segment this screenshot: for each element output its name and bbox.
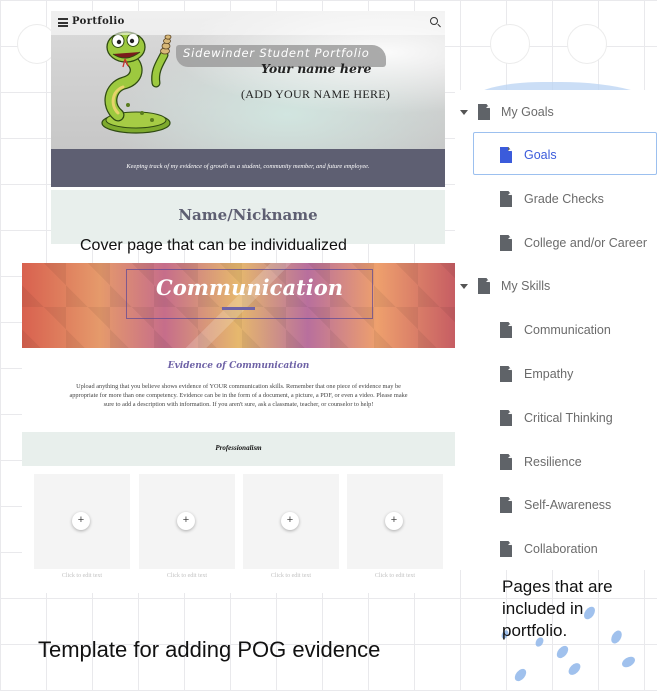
cover-page-preview: Portfolio Sidewinder Student Portfolio Y…: [51, 11, 445, 244]
nav-label: Resilience: [524, 455, 582, 469]
document-icon: [500, 191, 512, 207]
site-title[interactable]: Portfolio: [72, 16, 125, 27]
card-caption[interactable]: Click to edit text: [139, 573, 235, 579]
search-icon[interactable]: [430, 17, 438, 25]
site-header: Portfolio: [51, 11, 445, 35]
nav-item-goals[interactable]: Goals: [473, 134, 657, 174]
tagline: Keeping track of my evidence of growth a…: [126, 163, 370, 170]
evidence-upload-card[interactable]: +: [34, 474, 130, 569]
document-icon: [500, 454, 512, 470]
nav-item-collaboration[interactable]: Collaboration: [473, 530, 657, 570]
evidence-upload-card[interactable]: +: [139, 474, 235, 569]
paint-dot: [620, 654, 637, 670]
nav-label: College and/or Career: [524, 236, 647, 250]
document-icon: [500, 366, 512, 382]
nav-item-my-skills[interactable]: My Skills: [455, 267, 657, 307]
document-icon: [500, 235, 512, 251]
document-icon: [500, 541, 512, 557]
nav-item-my-goals[interactable]: My Goals: [455, 92, 657, 132]
student-name-placeholder: Your name here: [261, 61, 372, 76]
plus-icon[interactable]: +: [385, 512, 403, 530]
evidence-upload-card[interactable]: +: [347, 474, 443, 569]
portfolio-page-list: My Goals Goals Grade Checks College and/…: [455, 90, 657, 570]
evidence-template-preview: Communication Evidence of Communication …: [22, 263, 455, 593]
plus-icon[interactable]: +: [72, 512, 90, 530]
nav-label: My Skills: [501, 279, 551, 293]
card-caption[interactable]: Click to edit text: [347, 573, 443, 579]
nav-item-college-career[interactable]: College and/or Career: [473, 223, 657, 263]
portfolio-title: Sidewinder Student Portfolio: [183, 46, 370, 60]
evidence-instructions: Upload anything that you believe shows e…: [69, 383, 408, 408]
nav-item-resilience[interactable]: Resilience: [473, 443, 657, 483]
nav-label: Empathy: [524, 367, 574, 381]
card-caption[interactable]: Click to edit text: [243, 573, 339, 579]
nav-label: My Goals: [501, 105, 554, 119]
document-icon: [500, 410, 512, 426]
caret-down-icon[interactable]: [460, 284, 468, 289]
nav-label: Goals: [524, 148, 557, 162]
nav-label: Grade Checks: [524, 192, 604, 206]
nav-label: Self-Awareness: [524, 498, 612, 512]
nav-item-communication[interactable]: Communication: [473, 311, 657, 351]
add-name-instruction: (ADD YOUR NAME HERE): [241, 87, 391, 101]
decor-circle: [490, 24, 530, 64]
snake-mascot-icon: [101, 31, 172, 134]
nav-label: Critical Thinking: [524, 411, 613, 425]
evidence-heading: Evidence of Communication: [167, 361, 310, 371]
document-icon: [478, 104, 490, 120]
document-icon: [500, 322, 512, 338]
nav-label: Collaboration: [524, 542, 598, 556]
plus-icon[interactable]: +: [177, 512, 195, 530]
title-underline: [222, 307, 255, 310]
nav-item-grade-checks[interactable]: Grade Checks: [473, 179, 657, 219]
decor-circle: [567, 24, 607, 64]
template-caption: Template for adding POG evidence: [38, 637, 381, 662]
nav-item-empathy[interactable]: Empathy: [473, 355, 657, 395]
nav-item-critical-thinking[interactable]: Critical Thinking: [473, 399, 657, 439]
nickname-heading: Name/Nickname: [178, 206, 318, 224]
page-title: Communication: [155, 275, 344, 300]
nav-label: Communication: [524, 323, 611, 337]
paint-dot: [554, 643, 571, 661]
document-icon: [478, 278, 490, 294]
paint-dot: [566, 660, 583, 678]
caret-down-icon[interactable]: [460, 110, 468, 115]
cover-caption: Cover page that can be individualized: [80, 237, 347, 254]
evidence-upload-card[interactable]: +: [243, 474, 339, 569]
document-icon: [500, 147, 512, 163]
nav-item-self-awareness[interactable]: Self-Awareness: [473, 486, 657, 526]
card-caption[interactable]: Click to edit text: [34, 573, 130, 579]
pages-caption: Pages that are included in portfolio.: [502, 577, 613, 640]
document-icon: [500, 497, 512, 513]
plus-icon[interactable]: +: [281, 512, 299, 530]
section-heading: Professionalism: [215, 444, 262, 452]
menu-icon[interactable]: [58, 18, 68, 27]
paint-dot: [512, 666, 529, 684]
